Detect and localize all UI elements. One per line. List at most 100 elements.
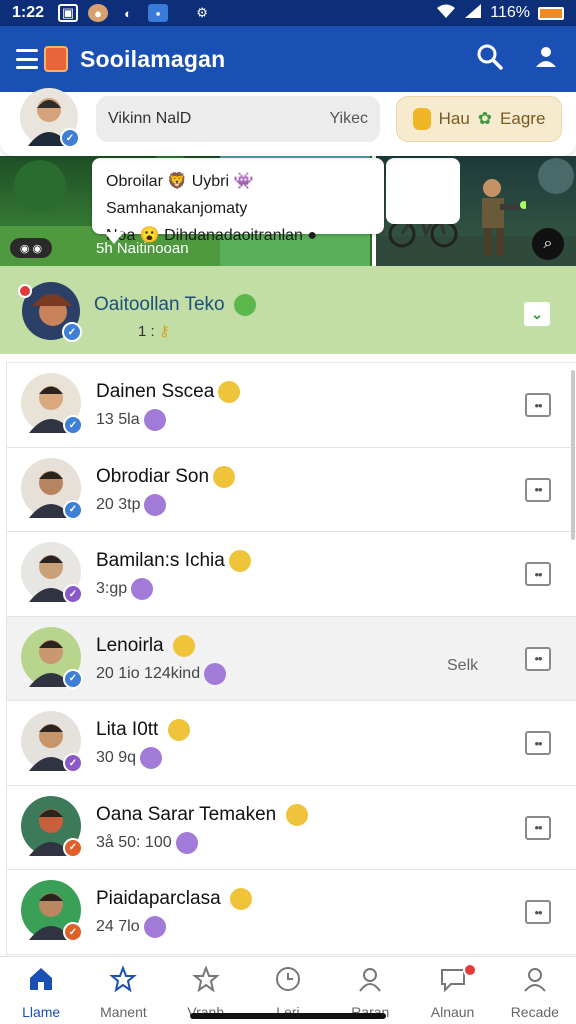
status-badge: ✓ xyxy=(63,753,83,773)
home-indicator[interactable] xyxy=(190,1013,386,1019)
sticker-icon xyxy=(140,747,163,769)
avatar[interactable]: ✓ xyxy=(21,626,83,689)
contact-side-label: Selk xyxy=(447,656,479,674)
avatar[interactable]: ✓ xyxy=(21,880,83,942)
verified-badge: ✓ xyxy=(60,128,80,148)
contact-row[interactable]: ✓ Oana Sarar Temaken 3å 50: 100 •• xyxy=(7,786,576,870)
clock-icon xyxy=(274,965,302,998)
chat-icon xyxy=(439,965,467,998)
contact-row[interactable]: ✓ Lenoirla 20 1io 124kind Selk •• xyxy=(7,616,576,701)
emoji-icon xyxy=(172,634,195,657)
more-options-button[interactable]: •• xyxy=(525,731,551,755)
nav-item-manent[interactable]: Manent xyxy=(82,957,164,1024)
emoji-icon xyxy=(167,719,190,741)
contact-name: Piaidaparclasa xyxy=(96,888,252,910)
app-bar: Sooilamagan xyxy=(0,26,576,92)
sync-icon: ◐ xyxy=(124,5,132,21)
character-illustration xyxy=(482,179,526,256)
star-outline-icon xyxy=(109,965,138,998)
nav-item-recade[interactable]: Recade xyxy=(494,957,576,1024)
nav-label: Alnaun xyxy=(430,1004,475,1020)
emoji-icon xyxy=(285,803,308,826)
sticker-icon xyxy=(131,578,154,600)
settings-icon: ⚙ xyxy=(196,5,208,20)
more-options-button[interactable]: •• xyxy=(525,393,551,417)
nav-label: Llame xyxy=(22,1004,61,1020)
avatar[interactable]: ✓ xyxy=(20,88,80,148)
account-icon[interactable] xyxy=(532,43,560,76)
search-pill-right: Yikec xyxy=(329,110,368,127)
contact-sub: 30 9q xyxy=(96,747,163,769)
chat-bubble: Obroilar 🦁 Uybri 👾 Samhanakanjomaty Noa … xyxy=(92,158,384,244)
nav-label: Manent xyxy=(100,1004,147,1020)
status-badge: ✓ xyxy=(63,415,83,435)
contact-name: Oana Sarar Temaken xyxy=(96,803,308,826)
contact-sub: 24 7lo xyxy=(96,916,166,938)
status-badge: ✓ xyxy=(63,837,83,858)
gallery-icon: ▪ xyxy=(148,4,169,22)
home-icon xyxy=(27,965,55,998)
more-options-button[interactable]: •• xyxy=(525,477,551,502)
more-options-button[interactable]: •• xyxy=(525,562,551,586)
contact-list: ✓ Dainen Sscea 13 5la •• ✓ Obrodiar Son 20 3tp… xyxy=(6,362,576,956)
banner-reaction-icons: ◉ ◉ xyxy=(10,238,52,258)
contact-name: Obrodiar Son xyxy=(96,465,236,488)
bubble-line-1: Obroilar 🦁 Uybri 👾 Samhanakanjomaty xyxy=(106,173,254,217)
contact-row[interactable]: ✓ Obrodiar Son 20 3tp •• xyxy=(7,448,576,532)
status-time: 1:22 xyxy=(12,4,45,21)
trophy-icon xyxy=(412,108,431,130)
unread-dot xyxy=(18,284,32,298)
avatar[interactable]: ✓ xyxy=(21,711,83,773)
scrollbar[interactable] xyxy=(571,370,575,540)
key-icon: ⚷ xyxy=(158,323,170,340)
status-badge: ✓ xyxy=(63,499,83,520)
notification-name: Oaitoollan Teko xyxy=(94,294,256,316)
contact-name: Dainen Sscea xyxy=(96,381,241,403)
sticker-icon xyxy=(204,662,227,685)
status-bar: 1:22 ▣ ● ◐ ▪ ⚙ 116% xyxy=(0,0,576,26)
avatar[interactable]: ✓ xyxy=(21,795,83,858)
contact-row[interactable]: ✓ Dainen Sscea 13 5la •• xyxy=(7,363,576,448)
face-icon: ● xyxy=(88,4,109,22)
avatar[interactable]: ✓ xyxy=(21,373,83,435)
more-options-button[interactable]: •• xyxy=(525,900,551,924)
sticker-icon xyxy=(175,831,198,854)
contact-row[interactable]: ✓ Bamilan:s Ichia 3:gp •• xyxy=(7,532,576,617)
battery-icon xyxy=(538,6,564,20)
contact-row[interactable]: ✓ Lita I0tt 30 9q •• xyxy=(7,701,576,786)
avatar[interactable]: ✓ xyxy=(21,457,83,520)
star-icon xyxy=(191,965,220,998)
search-icon[interactable] xyxy=(476,43,504,76)
zoom-icon[interactable]: ⌕ xyxy=(532,228,564,260)
contact-sub: 13 5la xyxy=(96,409,166,431)
story-banner[interactable]: Obroilar 🦁 Uybri 👾 Samhanakanjomaty Noa … xyxy=(0,156,576,266)
contact-row[interactable]: ✓ Piaidaparclasa 24 7lo •• xyxy=(7,870,576,955)
accept-chevron-button[interactable]: ⌄ xyxy=(524,302,550,326)
status-badge: ✓ xyxy=(63,668,83,689)
avatar[interactable]: ✓ xyxy=(21,542,83,604)
more-options-button[interactable]: •• xyxy=(525,646,551,671)
sticker-icon xyxy=(143,409,166,431)
search-pill[interactable]: Vikinn NalD Yikec xyxy=(96,96,380,142)
nav-item-alnaun[interactable]: Alnaun xyxy=(411,957,493,1024)
profile-icon xyxy=(356,965,384,998)
signal-icon xyxy=(464,3,482,24)
contact-sub: 20 1io 124kind xyxy=(96,662,227,685)
more-options-button[interactable]: •• xyxy=(525,815,551,840)
emoji-icon xyxy=(218,381,241,403)
notification-sub: 1 : ⚷ xyxy=(138,323,170,340)
menu-icon[interactable] xyxy=(16,49,38,69)
highlighted-notification[interactable]: ✓ Oaitoollan Teko 1 : ⚷ ⌄ xyxy=(0,266,576,354)
user-icon xyxy=(521,965,549,998)
tag-pill[interactable]: Hau ✿ Eagre xyxy=(396,96,562,142)
nav-item-llame[interactable]: Llame xyxy=(0,957,82,1024)
tag-pill-extra: Eagre xyxy=(500,109,546,128)
nav-label: Recade xyxy=(510,1004,559,1020)
notification-app-icon: ▣ xyxy=(58,4,79,22)
clover-icon: ✿ xyxy=(477,109,493,128)
notification-badge xyxy=(463,963,478,977)
emoji-icon xyxy=(228,550,251,572)
contact-sub: 3:gp xyxy=(96,578,154,600)
app-logo xyxy=(44,46,68,72)
battery-percent: 116% xyxy=(490,4,530,21)
